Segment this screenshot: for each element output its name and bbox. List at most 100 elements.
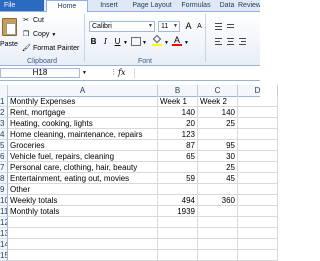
row-header[interactable]: 6: [0, 151, 8, 162]
name-box[interactable]: H18: [0, 68, 80, 78]
cell-c[interactable]: 25: [198, 162, 238, 173]
select-all-button[interactable]: [0, 85, 8, 96]
cell-c[interactable]: [198, 184, 238, 195]
row-header[interactable]: 11: [0, 206, 8, 217]
cell-c[interactable]: 360: [198, 195, 238, 206]
cell-c[interactable]: [198, 206, 238, 217]
cell-d[interactable]: [238, 151, 278, 162]
column-header-a[interactable]: A: [8, 85, 158, 96]
cell-a[interactable]: Rent, mortgage: [8, 107, 158, 118]
cell-d[interactable]: [238, 217, 278, 228]
row-header[interactable]: 4: [0, 129, 8, 140]
cell-d[interactable]: [238, 250, 278, 261]
cell-d[interactable]: [238, 118, 278, 129]
cell-d[interactable]: [238, 162, 278, 173]
row-header[interactable]: 5: [0, 140, 8, 151]
cell-a[interactable]: Heating, cooking, lights: [8, 118, 158, 129]
cell-a[interactable]: Personal care, clothing, hair, beauty: [8, 162, 158, 173]
align-right-icon[interactable]: [238, 37, 247, 46]
grow-font-button[interactable]: A: [184, 21, 193, 31]
cell-b[interactable]: 140: [158, 107, 198, 118]
cell-a[interactable]: [8, 250, 158, 261]
font-color-button[interactable]: A: [172, 36, 182, 46]
borders-dropdown-icon[interactable]: ▼: [142, 40, 147, 46]
column-header-b[interactable]: B: [158, 85, 198, 96]
tab-data[interactable]: Data: [216, 0, 238, 11]
font-color-dropdown-icon[interactable]: ▼: [184, 40, 189, 46]
paste-button[interactable]: Paste: [0, 14, 18, 54]
cell-c[interactable]: [198, 217, 238, 228]
cell-a[interactable]: Other: [8, 184, 158, 195]
cell-c[interactable]: [198, 239, 238, 250]
row-header[interactable]: 14: [0, 239, 8, 250]
font-name-select[interactable]: Calibri ▼: [89, 21, 155, 32]
cell-c[interactable]: 25: [198, 118, 238, 129]
fill-dropdown-icon[interactable]: ▼: [164, 40, 169, 46]
cell-d[interactable]: [238, 228, 278, 239]
cell-d[interactable]: [238, 140, 278, 151]
row-header[interactable]: 10: [0, 195, 8, 206]
cell-b[interactable]: [158, 217, 198, 228]
cell-a[interactable]: Vehicle fuel, repairs, cleaning: [8, 151, 158, 162]
cell-a[interactable]: Entertainment, eating out, movies: [8, 173, 158, 184]
cell-a[interactable]: Monthly totals: [8, 206, 158, 217]
cell-a[interactable]: Groceries: [8, 140, 158, 151]
cell-b[interactable]: [158, 184, 198, 195]
fill-color-button[interactable]: [152, 34, 162, 46]
cell-b[interactable]: 494: [158, 195, 198, 206]
cell-c[interactable]: 95: [198, 140, 238, 151]
underline-dropdown-icon[interactable]: ▼: [123, 40, 128, 46]
cell-d[interactable]: [238, 129, 278, 140]
cell-b[interactable]: [158, 228, 198, 239]
cell-a[interactable]: [8, 239, 158, 250]
row-header[interactable]: 12: [0, 217, 8, 228]
borders-icon[interactable]: [131, 37, 141, 46]
bold-button[interactable]: B: [89, 37, 98, 47]
align-middle-icon[interactable]: [226, 22, 235, 31]
cell-b[interactable]: [158, 239, 198, 250]
row-header[interactable]: 2: [0, 107, 8, 118]
cell-a[interactable]: Weekly totals: [8, 195, 158, 206]
column-header-c[interactable]: C: [198, 85, 238, 96]
row-header[interactable]: 13: [0, 228, 8, 239]
column-header-d[interactable]: D: [238, 85, 278, 96]
row-header[interactable]: 8: [0, 173, 8, 184]
row-header[interactable]: 1: [0, 96, 8, 107]
tab-page-layout[interactable]: Page Layout: [128, 0, 176, 11]
cell-b[interactable]: 87: [158, 140, 198, 151]
cell-b[interactable]: 1939: [158, 206, 198, 217]
tab-file[interactable]: File: [0, 0, 44, 11]
tab-review[interactable]: Review: [238, 0, 260, 11]
cell-d[interactable]: [238, 184, 278, 195]
align-center-icon[interactable]: [226, 37, 235, 46]
cell-a[interactable]: [8, 217, 158, 228]
cut-button[interactable]: ✂ Cut: [22, 15, 44, 26]
row-header[interactable]: 15: [0, 250, 8, 261]
shrink-font-button[interactable]: A: [195, 22, 204, 32]
cell-a[interactable]: Monthly Expenses: [8, 96, 158, 107]
cell-d[interactable]: [238, 239, 278, 250]
font-size-select[interactable]: 11 ▼: [158, 21, 180, 32]
row-header[interactable]: 3: [0, 118, 8, 129]
align-left-icon[interactable]: [214, 37, 223, 46]
align-top-icon[interactable]: [214, 22, 223, 31]
cell-c[interactable]: 45: [198, 173, 238, 184]
cell-a[interactable]: Home cleaning, maintenance, repairs: [8, 129, 158, 140]
cell-d[interactable]: [238, 206, 278, 217]
cell-c[interactable]: [198, 250, 238, 261]
cell-b[interactable]: [158, 250, 198, 261]
cell-d[interactable]: [238, 96, 278, 107]
cell-c[interactable]: [198, 228, 238, 239]
cell-b[interactable]: 59: [158, 173, 198, 184]
insert-function-button[interactable]: fx: [118, 68, 125, 77]
underline-button[interactable]: U: [113, 37, 122, 47]
copy-dropdown-icon[interactable]: ▼: [51, 32, 56, 38]
cell-b[interactable]: [158, 162, 198, 173]
cell-b[interactable]: 123: [158, 129, 198, 140]
tab-formulas[interactable]: Formulas: [176, 0, 216, 11]
tab-home[interactable]: Home: [46, 0, 88, 12]
name-box-dropdown-icon[interactable]: ▼: [82, 70, 87, 76]
row-header[interactable]: 7: [0, 162, 8, 173]
tab-insert[interactable]: Insert: [90, 0, 128, 11]
cell-d[interactable]: [238, 173, 278, 184]
